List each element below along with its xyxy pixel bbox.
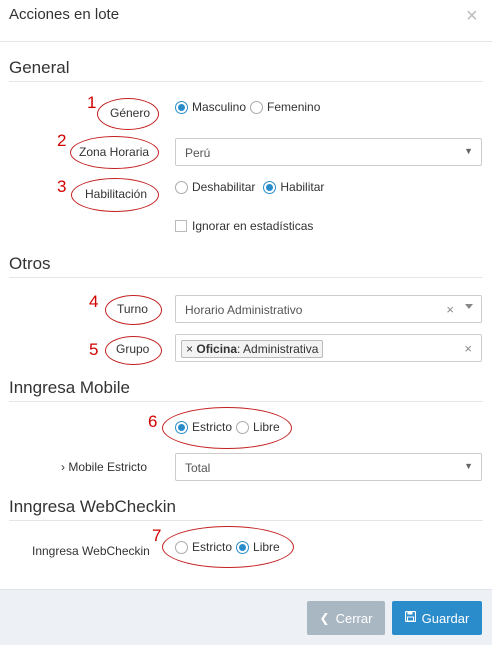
- annotation-number-1: 1: [87, 93, 97, 112]
- turno-select[interactable]: Horario Administrativo ×: [175, 295, 482, 323]
- habilitacion-radio-group: Deshabilitar Habilitar: [175, 180, 328, 194]
- mobile-option-label: Estricto: [192, 420, 233, 434]
- habilitacion-option-label: Deshabilitar: [192, 180, 256, 194]
- save-button-label: Guardar: [421, 610, 470, 626]
- genero-option-masculino[interactable]: Masculino: [175, 100, 246, 114]
- save-button[interactable]: Guardar: [392, 601, 482, 635]
- cancel-button[interactable]: ❮ Cerrar: [307, 601, 385, 635]
- tag-value: : Administrativa: [237, 342, 319, 356]
- zona-horaria-label: Zona Horaria: [79, 145, 150, 159]
- habilitacion-option-habilitar[interactable]: Habilitar: [263, 180, 324, 194]
- genero-option-femenino[interactable]: Femenino: [250, 100, 320, 114]
- section-title-general: General: [9, 58, 70, 77]
- radio-unchecked-icon[interactable]: [236, 420, 250, 434]
- section-title-mobile: Inngresa Mobile: [9, 378, 130, 397]
- annotation-number-3: 3: [57, 177, 67, 196]
- caret-down-icon: [465, 304, 473, 309]
- radio-unchecked-icon[interactable]: [175, 540, 188, 554]
- turno-label: Turno: [117, 302, 148, 316]
- caret-down-icon: ▼: [464, 146, 473, 156]
- genero-option-label: Femenino: [267, 100, 321, 114]
- genero-option-label: Masculino: [192, 100, 247, 114]
- section-divider: [9, 520, 483, 521]
- radio-checked-icon[interactable]: [175, 420, 188, 434]
- annotation-number-6: 6: [148, 412, 158, 431]
- turno-value: Horario Administrativo: [185, 303, 303, 317]
- modal-footer: ❮ Cerrar Guardar: [0, 589, 492, 645]
- ignorar-estadisticas-checkbox[interactable]: Ignorar en estadísticas: [175, 219, 313, 233]
- radio-checked-icon[interactable]: [175, 100, 188, 114]
- habilitacion-option-label: Habilitar: [280, 180, 325, 194]
- floppy-disk-icon: [404, 610, 416, 625]
- webcheckin-option-label: Libre: [253, 540, 280, 554]
- batch-actions-modal: Acciones en lote × General 1 Género Masc…: [0, 0, 492, 645]
- tag-key: Oficina: [196, 342, 238, 356]
- section-divider: [9, 277, 483, 278]
- webcheckin-radio-group: Estricto Libre: [175, 540, 284, 554]
- mobile-option-estricto[interactable]: Estricto: [175, 420, 232, 434]
- habilitacion-option-deshabilitar[interactable]: Deshabilitar: [175, 180, 255, 194]
- checkbox-icon[interactable]: [175, 220, 187, 232]
- webcheckin-option-label: Estricto: [192, 540, 233, 554]
- section-divider: [9, 81, 483, 82]
- close-icon[interactable]: ×: [466, 6, 478, 26]
- annotation-number-4: 4: [89, 292, 99, 311]
- modal-header: Acciones en lote ×: [0, 0, 492, 42]
- mobile-estricto-label: › Mobile Estricto: [61, 460, 148, 474]
- mobile-estricto-select[interactable]: Total ▼: [175, 453, 482, 481]
- ignorar-estadisticas-label: Ignorar en estadísticas: [192, 219, 314, 233]
- webcheckin-option-libre[interactable]: Libre: [236, 540, 280, 554]
- annotation-number-2: 2: [57, 131, 67, 150]
- annotation-number-5: 5: [89, 340, 99, 359]
- tag-remove-icon[interactable]: ×: [186, 342, 193, 356]
- zona-horaria-value: Perú: [185, 146, 211, 160]
- mobile-option-libre[interactable]: Libre: [236, 420, 280, 434]
- section-title-otros: Otros: [9, 254, 51, 273]
- annotation-number-7: 7: [152, 526, 162, 545]
- radio-checked-icon[interactable]: [263, 180, 277, 194]
- mobile-mode-radio-group: Estricto Libre: [175, 420, 284, 434]
- zona-horaria-select[interactable]: Perú ▼: [175, 138, 482, 166]
- genero-label: Género: [110, 106, 151, 120]
- radio-unchecked-icon[interactable]: [175, 180, 188, 194]
- clear-icon[interactable]: ×: [464, 341, 472, 356]
- radio-checked-icon[interactable]: [236, 540, 250, 554]
- cancel-button-label: Cerrar: [335, 610, 373, 626]
- chevron-left-icon: ❮: [319, 611, 330, 625]
- caret-down-icon: ▼: [464, 461, 473, 471]
- webcheckin-label: Inngresa WebCheckin: [32, 544, 150, 558]
- clear-icon[interactable]: ×: [446, 302, 454, 317]
- mobile-option-label: Libre: [253, 420, 280, 434]
- mobile-estricto-value: Total: [185, 461, 211, 475]
- grupo-tag: × Oficina: Administrativa: [181, 340, 324, 358]
- grupo-label: Grupo: [116, 342, 150, 356]
- section-divider: [9, 401, 483, 402]
- section-title-webcheckin: Inngresa WebCheckin: [9, 497, 176, 516]
- modal-title: Acciones en lote: [9, 6, 120, 23]
- radio-unchecked-icon[interactable]: [250, 100, 264, 114]
- genero-radio-group: Masculino Femenino: [175, 100, 324, 114]
- webcheckin-option-estricto[interactable]: Estricto: [175, 540, 232, 554]
- habilitacion-label: Habilitación: [85, 187, 148, 201]
- grupo-multiselect[interactable]: × Oficina: Administrativa ×: [175, 334, 482, 362]
